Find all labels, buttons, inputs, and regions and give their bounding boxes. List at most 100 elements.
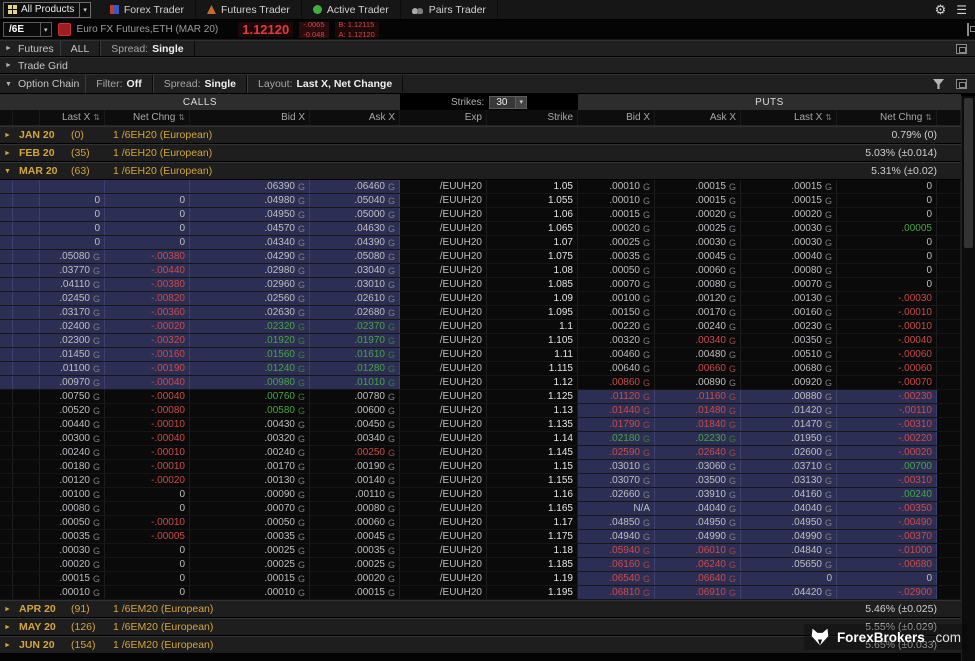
call-bid-cell[interactable]: .00240G — [190, 446, 310, 459]
call-last-cell[interactable]: .00010G — [40, 586, 105, 599]
expiration-row-jan-20[interactable]: ►JAN 20(0)1 /6EH20 (European)0.79% (0) — [0, 126, 961, 144]
strike-cell[interactable]: 1.065 — [487, 222, 578, 235]
call-bid-cell[interactable]: .00035G — [190, 530, 310, 543]
strike-cell[interactable]: 1.06 — [487, 208, 578, 221]
put-bid-cell[interactable]: .03010G — [578, 460, 655, 473]
call-ask-cell[interactable]: .02610G — [310, 292, 400, 305]
call-bid-cell[interactable]: .00130G — [190, 474, 310, 487]
put-bid-cell[interactable]: .01440G — [578, 404, 655, 417]
put-bid-cell[interactable]: .00010G — [578, 194, 655, 207]
put-ask-cell[interactable]: .00660G — [655, 362, 741, 375]
put-ask-cell[interactable]: .00080G — [655, 278, 741, 291]
put-last-cell[interactable]: .00040G — [741, 250, 837, 263]
put-netchng-cell[interactable]: -.00370 — [837, 530, 937, 543]
strike-cell[interactable]: 1.09 — [487, 292, 578, 305]
put-bid-cell[interactable]: .02590G — [578, 446, 655, 459]
symbol-combo[interactable]: /6E ▾ — [3, 22, 52, 37]
strike-cell[interactable]: 1.16 — [487, 488, 578, 501]
strike-cell[interactable]: 1.075 — [487, 250, 578, 263]
call-ask-cell[interactable]: .01610G — [310, 348, 400, 361]
call-bid-cell[interactable]: .01240G — [190, 362, 310, 375]
call-last-cell[interactable]: 0 — [40, 194, 105, 207]
put-ask-cell[interactable]: .02230G — [655, 432, 741, 445]
put-bid-cell[interactable]: .00860G — [578, 376, 655, 389]
strike-cell[interactable]: 1.08 — [487, 264, 578, 277]
call-netchng-cell[interactable]: -.00010 — [105, 446, 190, 459]
call-last-cell[interactable]: .01100G — [40, 362, 105, 375]
put-netchng-header[interactable]: Net Chng⇅ — [837, 110, 937, 125]
put-last-cell[interactable]: .00070G — [741, 278, 837, 291]
call-netchng-cell[interactable]: 0 — [105, 208, 190, 221]
put-ask-cell[interactable]: .00020G — [655, 208, 741, 221]
put-netchng-cell[interactable]: 0 — [837, 278, 937, 291]
call-netchng-cell[interactable]: -.00190 — [105, 362, 190, 375]
call-bid-cell[interactable]: .04980G — [190, 194, 310, 207]
put-ask-cell[interactable]: .00015G — [655, 194, 741, 207]
put-ask-cell[interactable]: .00890G — [655, 376, 741, 389]
call-ask-cell[interactable]: .06460G — [310, 180, 400, 193]
put-ask-cell[interactable]: .00060G — [655, 264, 741, 277]
put-last-cell[interactable]: .03710G — [741, 460, 837, 473]
expiration-row-mar-20[interactable]: ▼MAR 20(63)1 /6EH20 (European)5.31% (±0.… — [0, 162, 961, 180]
call-bid-cell[interactable]: .02320G — [190, 320, 310, 333]
call-ask-cell[interactable]: .00035G — [310, 544, 400, 557]
put-last-cell[interactable]: .00015G — [741, 194, 837, 207]
put-bid-cell[interactable]: .04850G — [578, 516, 655, 529]
put-bid-cell[interactable]: .00050G — [578, 264, 655, 277]
call-netchng-cell[interactable]: -.00160 — [105, 348, 190, 361]
popout-icon[interactable] — [967, 23, 969, 36]
put-netchng-cell[interactable]: 0 — [837, 264, 937, 277]
call-bid-cell[interactable]: .04950G — [190, 208, 310, 221]
strike-cell[interactable]: 1.195 — [487, 586, 578, 599]
call-last-cell[interactable]: .03770G — [40, 264, 105, 277]
call-bid-cell[interactable]: .00090G — [190, 488, 310, 501]
call-last-cell[interactable]: .02400G — [40, 320, 105, 333]
vertical-scrollbar[interactable] — [961, 96, 975, 661]
put-netchng-cell[interactable]: -.00310 — [837, 474, 937, 487]
call-netchng-cell[interactable]: 0 — [105, 194, 190, 207]
call-ask-cell[interactable]: .02680G — [310, 306, 400, 319]
put-netchng-cell[interactable]: -.00040 — [837, 334, 937, 347]
put-netchng-cell[interactable]: 0 — [837, 208, 937, 221]
strike-cell[interactable]: 1.095 — [487, 306, 578, 319]
put-ask-cell[interactable]: .06640G — [655, 572, 741, 585]
call-netchng-cell[interactable]: 0 — [105, 544, 190, 557]
strike-cell[interactable]: 1.085 — [487, 278, 578, 291]
tab-active-trader[interactable]: Active Trader — [302, 0, 401, 19]
call-ask-cell[interactable]: .00110G — [310, 488, 400, 501]
scrollbar-thumb[interactable] — [964, 98, 973, 248]
call-bid-cell[interactable]: .02980G — [190, 264, 310, 277]
call-bid-cell[interactable]: .00430G — [190, 418, 310, 431]
put-last-cell[interactable]: .04950G — [741, 516, 837, 529]
put-last-cell[interactable]: 0 — [741, 572, 837, 585]
strike-cell[interactable]: 1.11 — [487, 348, 578, 361]
put-bid-cell[interactable]: .05940G — [578, 544, 655, 557]
put-ask-cell[interactable]: .04950G — [655, 516, 741, 529]
futures-all-tab[interactable]: ALL — [60, 41, 101, 56]
put-last-cell[interactable]: .01950G — [741, 432, 837, 445]
strike-cell[interactable]: 1.07 — [487, 236, 578, 249]
call-bid-cell[interactable]: .02630G — [190, 306, 310, 319]
put-netchng-cell[interactable]: -.00230 — [837, 390, 937, 403]
put-netchng-cell[interactable]: -.00220 — [837, 432, 937, 445]
put-ask-cell[interactable]: .00480G — [655, 348, 741, 361]
call-last-header[interactable]: Last X⇅ — [40, 110, 105, 125]
put-netchng-cell[interactable]: -.00310 — [837, 418, 937, 431]
call-last-cell[interactable]: 0 — [40, 236, 105, 249]
filter-control[interactable]: Filter: Off — [85, 75, 152, 93]
call-netchng-header[interactable]: Net Chng⇅ — [105, 110, 190, 125]
put-ask-cell[interactable]: .00015G — [655, 180, 741, 193]
filter-funnel-icon[interactable] — [933, 79, 944, 89]
call-bid-cell[interactable]: .00025G — [190, 544, 310, 557]
call-netchng-cell[interactable]: -.00020 — [105, 320, 190, 333]
put-bid-cell[interactable]: .00100G — [578, 292, 655, 305]
call-ask-cell[interactable]: .00045G — [310, 530, 400, 543]
put-last-cell[interactable]: .04840G — [741, 544, 837, 557]
put-last-cell[interactable]: .00350G — [741, 334, 837, 347]
call-last-cell[interactable]: .02450G — [40, 292, 105, 305]
tab-pairs-trader[interactable]: Pairs Trader — [401, 0, 498, 19]
put-ask-cell[interactable]: .06010G — [655, 544, 741, 557]
put-bid-cell[interactable]: N/A — [578, 502, 655, 515]
collapsed-arrow-icon[interactable]: ► — [5, 62, 18, 69]
put-netchng-cell[interactable]: .00700 — [837, 460, 937, 473]
